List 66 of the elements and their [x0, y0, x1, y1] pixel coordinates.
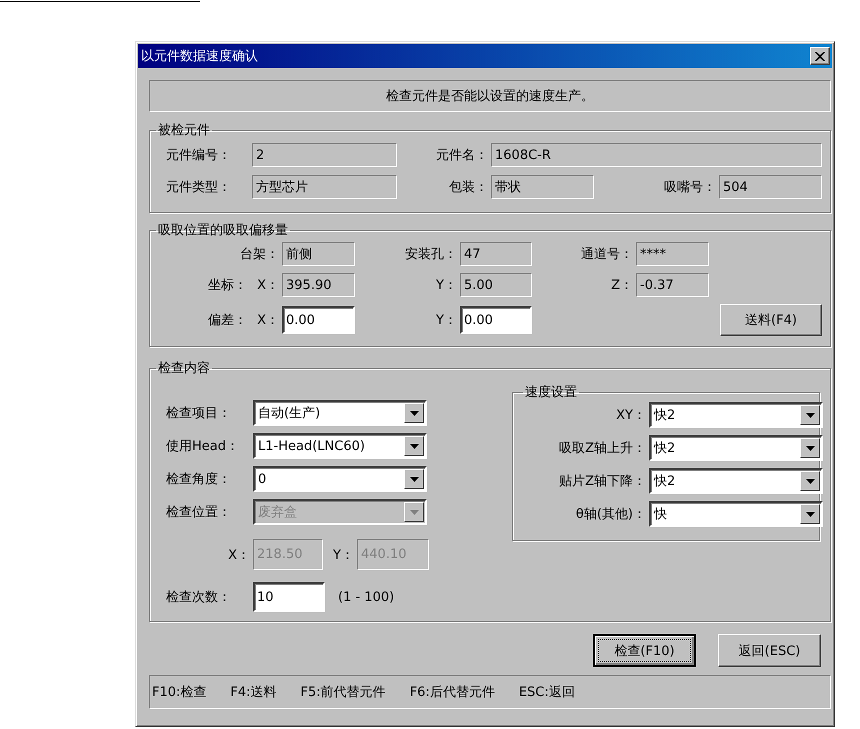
field-label: 检查项目：	[166, 405, 232, 422]
dropdown[interactable]: 0	[253, 466, 427, 492]
field-label: 吸取Z轴上升：	[559, 440, 647, 457]
field-label: 偏差：	[208, 312, 248, 329]
readonly-field: 47	[460, 242, 532, 266]
dropdown[interactable]: L1-Head(LNC60)	[253, 433, 427, 459]
readonly-field: ****	[636, 242, 709, 266]
group-title: 被检元件	[157, 122, 211, 139]
field-label: XY：	[616, 407, 647, 424]
field-label: 通道号：	[581, 246, 634, 263]
window-title: 以元件数据速度确认	[141, 48, 258, 65]
field-label: X：	[257, 277, 280, 294]
field-label: 安装孔：	[405, 246, 458, 263]
readonly-field: -0.37	[636, 273, 709, 297]
readonly-field: 218.50	[253, 539, 323, 570]
field-label: Y：	[436, 277, 458, 294]
group-title: 吸取位置的吸取偏移量	[157, 222, 289, 239]
dropdown[interactable]: 快2	[649, 402, 823, 428]
field-label: Y：	[333, 546, 355, 564]
field-label: 贴片Z轴下降：	[559, 473, 647, 490]
field-label: 检查次数：	[166, 589, 232, 606]
readonly-field: 395.90	[282, 273, 355, 297]
field-label: 吸嘴号：	[664, 179, 717, 196]
input-field[interactable]: 0.00	[460, 306, 532, 334]
field-label: Y：	[436, 312, 458, 329]
dialog-button[interactable]: 检查(F10)	[593, 634, 696, 667]
field-label: 使用Head：	[166, 438, 240, 455]
close-icon	[815, 52, 825, 60]
field-label: 检查位置：	[166, 504, 232, 521]
readonly-field: 2	[252, 143, 397, 167]
field-label: 检查角度：	[166, 471, 232, 488]
group-title: 速度设置	[524, 384, 578, 401]
field-label: 包装：	[449, 179, 489, 196]
field-label: Z：	[611, 277, 634, 294]
field-label: 元件编号：	[166, 147, 232, 164]
input-field[interactable]: 0.00	[282, 306, 355, 334]
readonly-field: 5.00	[460, 273, 532, 297]
field-label: 坐标：	[208, 277, 248, 294]
shortcut-hint: F5:前代替元件	[300, 684, 386, 701]
dropdown[interactable]: 快2	[649, 468, 823, 494]
group-title: 检查内容	[157, 360, 211, 377]
dropdown[interactable]: 快2	[649, 435, 823, 461]
field-label: 元件名：	[436, 147, 489, 164]
close-button[interactable]	[810, 47, 830, 65]
field-label: 元件类型：	[166, 179, 232, 196]
dropdown[interactable]: 快	[649, 501, 823, 527]
dialog-button[interactable]: 返回(ESC)	[718, 634, 821, 667]
field-label: X：	[228, 546, 251, 564]
field-label: θ轴(其他)：	[576, 506, 647, 523]
feed-button[interactable]: 送料(F4)	[720, 304, 822, 336]
shortcut-hint: F4:送料	[230, 684, 277, 701]
readonly-field: 带状	[491, 175, 594, 199]
shortcut-hint: F10:检查	[152, 684, 206, 701]
range-hint: (1 - 100)	[338, 590, 394, 604]
shortcut-hint: F6:后代替元件	[410, 684, 495, 701]
readonly-field: 方型芯片	[252, 175, 397, 199]
message-text: 检查元件是否能以设置的速度生产。	[386, 88, 594, 105]
input-field[interactable]: 10	[253, 582, 325, 612]
readonly-field: 440.10	[357, 539, 429, 570]
readonly-field: 前侧	[282, 242, 355, 266]
dropdown[interactable]: 自动(生产)	[253, 400, 427, 426]
readonly-field: 1608C-R	[491, 143, 822, 167]
field-label: 台架：	[240, 246, 280, 263]
shortcut-hint: ESC:返回	[518, 684, 575, 701]
field-label: X：	[257, 312, 280, 329]
readonly-field: 504	[719, 175, 822, 199]
